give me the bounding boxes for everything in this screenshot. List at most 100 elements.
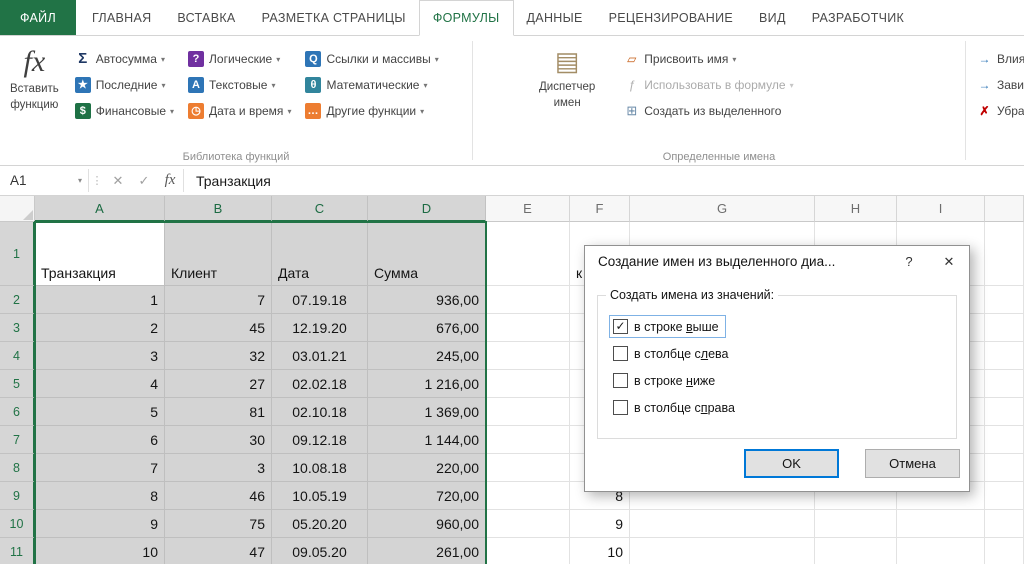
tab-data[interactable]: ДАННЫЕ	[514, 0, 596, 35]
tab-formulas[interactable]: ФОРМУЛЫ	[418, 0, 514, 36]
cell-E5[interactable]	[486, 370, 570, 398]
name-box-dropdown-icon[interactable]: ▾	[78, 176, 82, 185]
cell-I10[interactable]	[897, 510, 985, 538]
cell-C11[interactable]: 09.05.20	[272, 538, 368, 564]
checkbox-left-column[interactable]	[613, 346, 628, 361]
row-header-8[interactable]: 8	[0, 454, 35, 482]
row-header-2[interactable]: 2	[0, 286, 35, 314]
cell-partial[interactable]	[985, 222, 1024, 286]
cancel-entry-button[interactable]: ✕	[105, 166, 131, 195]
cell-F11[interactable]: 10	[570, 538, 630, 564]
cell-partial[interactable]	[985, 538, 1024, 564]
financial-button[interactable]: $ Финансовые ▾	[71, 98, 178, 124]
cell-B9[interactable]: 46	[165, 482, 272, 510]
cell-C7[interactable]: 09.12.18	[272, 426, 368, 454]
cell-A11[interactable]: 10	[35, 538, 165, 564]
tab-home[interactable]: ГЛАВНАЯ	[79, 0, 164, 35]
checkbox-bottom-row[interactable]	[613, 373, 628, 388]
cell-C1[interactable]: Дата	[272, 222, 368, 286]
date-time-button[interactable]: ◷ Дата и время ▾	[184, 98, 295, 124]
row-header-11[interactable]: 11	[0, 538, 35, 564]
cell-partial[interactable]	[985, 398, 1024, 426]
remove-arrows-button[interactable]: ✗ Убрать стрелки ▾	[972, 98, 1024, 124]
cell-B3[interactable]: 45	[165, 314, 272, 342]
row-header-1[interactable]: 1	[0, 222, 35, 286]
cell-C5[interactable]: 02.02.18	[272, 370, 368, 398]
cell-E1[interactable]	[486, 222, 570, 286]
cell-B5[interactable]: 27	[165, 370, 272, 398]
checkbox-right-column[interactable]	[613, 400, 628, 415]
cell-D7[interactable]: 1 144,00	[368, 426, 486, 454]
lookup-reference-button[interactable]: Q Ссылки и массивы ▾	[301, 46, 442, 72]
cell-D2[interactable]: 936,00	[368, 286, 486, 314]
insert-function-fx-button[interactable]: fx	[157, 166, 183, 195]
cell-D11[interactable]: 261,00	[368, 538, 486, 564]
use-in-formula-button[interactable]: ƒ Использовать в формуле ▾	[619, 72, 797, 98]
tab-view[interactable]: ВИД	[746, 0, 799, 35]
cell-E2[interactable]	[486, 286, 570, 314]
cell-D5[interactable]: 1 216,00	[368, 370, 486, 398]
row-header-9[interactable]: 9	[0, 482, 35, 510]
option-row-right-column[interactable]: в столбце справа	[610, 397, 741, 418]
cell-partial[interactable]	[985, 286, 1024, 314]
insert-function-button[interactable]: fx Вставить функцию	[4, 44, 65, 124]
more-functions-button[interactable]: … Другие функции ▾	[301, 98, 442, 124]
checkbox-top-row[interactable]: ✓	[613, 319, 628, 334]
cell-A6[interactable]: 5	[35, 398, 165, 426]
cell-H11[interactable]	[815, 538, 897, 564]
math-trig-button[interactable]: θ Математические ▾	[301, 72, 442, 98]
cell-B4[interactable]: 32	[165, 342, 272, 370]
formula-bar-handle[interactable]: ⋮	[89, 166, 105, 195]
cell-B11[interactable]: 47	[165, 538, 272, 564]
option-row-bottom-row[interactable]: в строке ниже	[610, 370, 721, 391]
cancel-button[interactable]: Отмена	[865, 449, 960, 478]
cell-G10[interactable]	[630, 510, 815, 538]
cell-E3[interactable]	[486, 314, 570, 342]
dialog-titlebar[interactable]: Создание имен из выделенного диа... ? ✕	[585, 246, 969, 277]
cell-partial[interactable]	[985, 426, 1024, 454]
cell-B6[interactable]: 81	[165, 398, 272, 426]
row-header-10[interactable]: 10	[0, 510, 35, 538]
cell-partial[interactable]	[985, 454, 1024, 482]
cell-A2[interactable]: 1	[35, 286, 165, 314]
cell-D3[interactable]: 676,00	[368, 314, 486, 342]
tab-insert[interactable]: ВСТАВКА	[164, 0, 248, 35]
cell-A5[interactable]: 4	[35, 370, 165, 398]
cell-partial[interactable]	[985, 510, 1024, 538]
cell-D9[interactable]: 720,00	[368, 482, 486, 510]
logical-button[interactable]: ? Логические ▾	[184, 46, 295, 72]
row-header-4[interactable]: 4	[0, 342, 35, 370]
trace-dependents-button[interactable]: → Зависимые ячейки	[972, 72, 1024, 98]
cell-A10[interactable]: 9	[35, 510, 165, 538]
row-header-6[interactable]: 6	[0, 398, 35, 426]
enter-entry-button[interactable]: ✓	[131, 166, 157, 195]
cell-A4[interactable]: 3	[35, 342, 165, 370]
text-functions-button[interactable]: А Текстовые ▾	[184, 72, 295, 98]
cell-C6[interactable]: 02.10.18	[272, 398, 368, 426]
create-from-selection-button[interactable]: ⊞ Создать из выделенного	[619, 98, 797, 124]
ok-button[interactable]: OK	[744, 449, 839, 478]
cell-partial[interactable]	[985, 370, 1024, 398]
cell-C10[interactable]: 05.20.20	[272, 510, 368, 538]
name-manager-button[interactable]: ▤ Диспетчер имен	[533, 44, 601, 124]
cell-partial[interactable]	[985, 314, 1024, 342]
row-header-3[interactable]: 3	[0, 314, 35, 342]
tab-review[interactable]: РЕЦЕНЗИРОВАНИЕ	[596, 0, 746, 35]
column-header-E[interactable]: E	[486, 196, 570, 222]
cell-C2[interactable]: 07.19.18	[272, 286, 368, 314]
tab-page-layout[interactable]: РАЗМЕТКА СТРАНИЦЫ	[249, 0, 419, 35]
trace-precedents-button[interactable]: → Влияющие ячейки	[972, 46, 1024, 72]
column-header-A[interactable]: A	[35, 196, 165, 222]
formula-input[interactable]: Транзакция	[184, 166, 1024, 195]
cell-E4[interactable]	[486, 342, 570, 370]
cell-B7[interactable]: 30	[165, 426, 272, 454]
cell-A3[interactable]: 2	[35, 314, 165, 342]
cell-A8[interactable]: 7	[35, 454, 165, 482]
name-box[interactable]: A1 ▾	[0, 166, 88, 195]
cell-B1[interactable]: Клиент	[165, 222, 272, 286]
cell-E8[interactable]	[486, 454, 570, 482]
cell-I11[interactable]	[897, 538, 985, 564]
cell-E10[interactable]	[486, 510, 570, 538]
cell-H10[interactable]	[815, 510, 897, 538]
cell-E6[interactable]	[486, 398, 570, 426]
